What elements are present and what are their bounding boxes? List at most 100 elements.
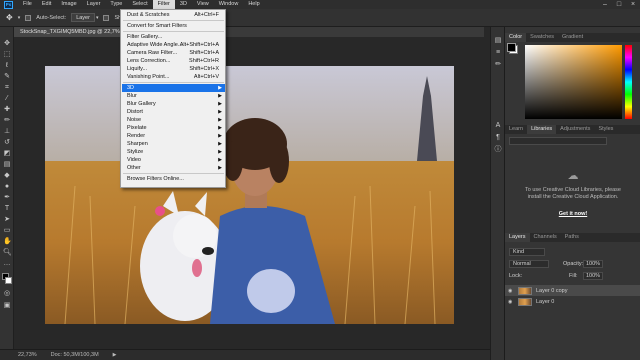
filter-menu-item-camera-raw-filter[interactable]: Camera Raw Filter... Shift+Ctrl+A	[122, 49, 225, 57]
hue-slider[interactable]	[625, 45, 632, 119]
visibility-eye-icon[interactable]: ◉	[508, 299, 514, 305]
move-tool-icon[interactable]: ✥	[3, 40, 11, 48]
auto-select-dropdown[interactable]: Layer	[71, 13, 95, 22]
filter-menu-item-sharpen[interactable]: Sharpen ▶	[122, 140, 225, 148]
hand-tool-icon[interactable]: ✋	[3, 238, 12, 246]
layer-row[interactable]: ◉ Layer 0 copy	[505, 285, 640, 296]
layer-row[interactable]: ◉ Layer 0	[505, 296, 640, 307]
fill-field[interactable]: 100%	[583, 272, 603, 280]
tab-channels[interactable]: Channels	[530, 233, 561, 242]
filter-menu-item-stylize[interactable]: Stylize ▶	[122, 148, 225, 156]
toolbox: ✥ ⬚ ℓ ✎ ⌗ ⁄ ✚ ✏ ⊥ ↺ ◩ ▤ ◆ ● ✒ T ➤ ▭ ✋ 🔍︎…	[0, 27, 14, 349]
filter-menu-item-blur[interactable]: Blur ▶	[122, 92, 225, 100]
quick-mask-icon[interactable]: ◎	[3, 290, 11, 298]
tab-color[interactable]: Color	[505, 33, 527, 42]
filter-menu-item-liquify[interactable]: Liquify... Shift+Ctrl+X	[122, 65, 225, 73]
document-size: Doc: 50,3M/100,3M	[50, 352, 99, 358]
layer-filter-kind[interactable]: Kind	[509, 248, 545, 256]
filter-menu-item-filter-gallery[interactable]: Filter Gallery...	[122, 33, 225, 41]
menu-layer[interactable]: Layer	[82, 0, 106, 9]
menu-3d[interactable]: 3D	[175, 0, 192, 9]
filter-menu-item-lens-correction[interactable]: Lens Correction... Shift+Ctrl+R	[122, 57, 225, 65]
filter-menu-item-video[interactable]: Video ▶	[122, 156, 225, 164]
menu-help[interactable]: Help	[243, 0, 264, 9]
menu-select[interactable]: Select	[127, 0, 152, 9]
crop-tool-icon[interactable]: ⌗	[3, 84, 11, 92]
filter-menu-item-browse-filters-online[interactable]: Browse Filters Online...	[122, 175, 225, 183]
clone-stamp-icon[interactable]: ⊥	[3, 128, 11, 136]
menu-file[interactable]: File	[18, 0, 37, 9]
properties-panel-icon[interactable]: ≡	[494, 49, 502, 57]
filter-menu-item-other[interactable]: Other ▶	[122, 164, 225, 172]
paragraph-panel-icon[interactable]: ¶	[494, 134, 502, 142]
document-image[interactable]	[45, 66, 454, 324]
info-panel-icon[interactable]: ⓘ	[494, 146, 502, 154]
maximize-icon[interactable]: □	[612, 0, 626, 9]
tab-layers[interactable]: Layers	[505, 233, 530, 242]
tab-libraries[interactable]: Libraries	[527, 125, 557, 134]
tab-styles[interactable]: Styles	[594, 125, 617, 134]
blend-mode-select[interactable]: Normal	[509, 260, 549, 268]
menu-type[interactable]: Type	[105, 0, 127, 9]
library-select[interactable]	[509, 137, 607, 145]
history-panel-icon[interactable]: ▤	[494, 37, 502, 45]
visibility-eye-icon[interactable]: ◉	[508, 288, 514, 294]
menu-edit[interactable]: Edit	[37, 0, 56, 9]
screen-mode-icon[interactable]: ▣	[3, 302, 11, 310]
filter-menu-item-distort[interactable]: Distort ▶	[122, 108, 225, 116]
filter-menu-item-pixelate[interactable]: Pixelate ▶	[122, 124, 225, 132]
filter-menu-item-render[interactable]: Render ▶	[122, 132, 225, 140]
submenu-arrow-icon: ▶	[218, 85, 222, 91]
background-color-swatch[interactable]	[5, 277, 12, 284]
menu-window[interactable]: Window	[214, 0, 244, 9]
lasso-tool-icon[interactable]: ℓ	[3, 62, 11, 70]
zoom-level[interactable]: 22,73%	[18, 352, 37, 358]
chevron-down-icon[interactable]: ▾	[18, 15, 21, 21]
marquee-tool-icon[interactable]: ⬚	[3, 51, 11, 59]
eraser-tool-icon[interactable]: ◩	[3, 150, 11, 158]
menu-item-shortcut: Alt+Ctrl+F	[194, 12, 219, 18]
brush-panel-icon[interactable]: ✏	[494, 61, 502, 69]
chevron-right-icon[interactable]: ▶	[113, 352, 117, 358]
show-transform-checkbox[interactable]	[103, 14, 110, 21]
color-picker-field[interactable]	[525, 45, 622, 119]
dodge-tool-icon[interactable]: ●	[3, 183, 11, 191]
filter-menu-item-3d[interactable]: 3D ▶	[122, 84, 225, 92]
history-brush-icon[interactable]: ↺	[3, 139, 11, 147]
gradient-tool-icon[interactable]: ▤	[3, 161, 11, 169]
tab-paths[interactable]: Paths	[561, 233, 583, 242]
filter-menu-item-blur-gallery[interactable]: Blur Gallery ▶	[122, 100, 225, 108]
quick-select-tool-icon[interactable]: ✎	[3, 73, 11, 81]
blur-tool-icon[interactable]: ◆	[3, 172, 11, 180]
opacity-field[interactable]: 100%	[583, 260, 603, 268]
menu-filter[interactable]: Filter	[152, 0, 175, 9]
path-select-icon[interactable]: ➤	[3, 216, 11, 224]
menu-image[interactable]: Image	[56, 0, 81, 9]
filter-menu-item-convert-for-smart-filters[interactable]: Convert for Smart Filters	[122, 22, 225, 30]
tab-swatches[interactable]: Swatches	[526, 33, 558, 42]
document-tab-bar: StockSnap_TXGIMQ5MBD.jpg @ 22,7% (Lay	[14, 27, 484, 37]
filter-menu-item-adaptive-wide-angle[interactable]: Adaptive Wide Angle... Alt+Shift+Ctrl+A	[122, 41, 225, 49]
tab-adjustments[interactable]: Adjustments	[556, 125, 594, 134]
tab-learn[interactable]: Learn	[505, 125, 527, 134]
pen-tool-icon[interactable]: ✒	[3, 194, 11, 202]
type-tool-icon[interactable]: T	[3, 205, 11, 213]
move-tool-icon[interactable]: ✥	[6, 13, 13, 22]
auto-select-checkbox[interactable]	[25, 14, 32, 21]
get-it-now-link[interactable]: Get it now!	[525, 211, 621, 217]
filter-menu-item-dust-scratches[interactable]: Dust & Scratches Alt+Ctrl+F	[122, 11, 225, 19]
more-tools-icon[interactable]: …	[3, 260, 11, 268]
eyedropper-tool-icon[interactable]: ⁄	[3, 95, 11, 103]
filter-menu-item-noise[interactable]: Noise ▶	[122, 116, 225, 124]
filter-menu-item-vanishing-point[interactable]: Vanishing Point... Alt+Ctrl+V	[122, 73, 225, 81]
foreground-color-swatch[interactable]	[507, 43, 516, 52]
close-icon[interactable]: ×	[626, 0, 640, 9]
minimize-icon[interactable]: –	[598, 0, 612, 9]
tab-gradient[interactable]: Gradient	[558, 33, 587, 42]
healing-brush-icon[interactable]: ✚	[3, 106, 11, 114]
shape-tool-icon[interactable]: ▭	[3, 227, 11, 235]
zoom-tool-icon[interactable]: 🔍︎	[3, 249, 12, 257]
character-panel-icon[interactable]: A	[494, 122, 502, 130]
menu-view[interactable]: View	[192, 0, 214, 9]
brush-tool-icon[interactable]: ✏	[3, 117, 11, 125]
